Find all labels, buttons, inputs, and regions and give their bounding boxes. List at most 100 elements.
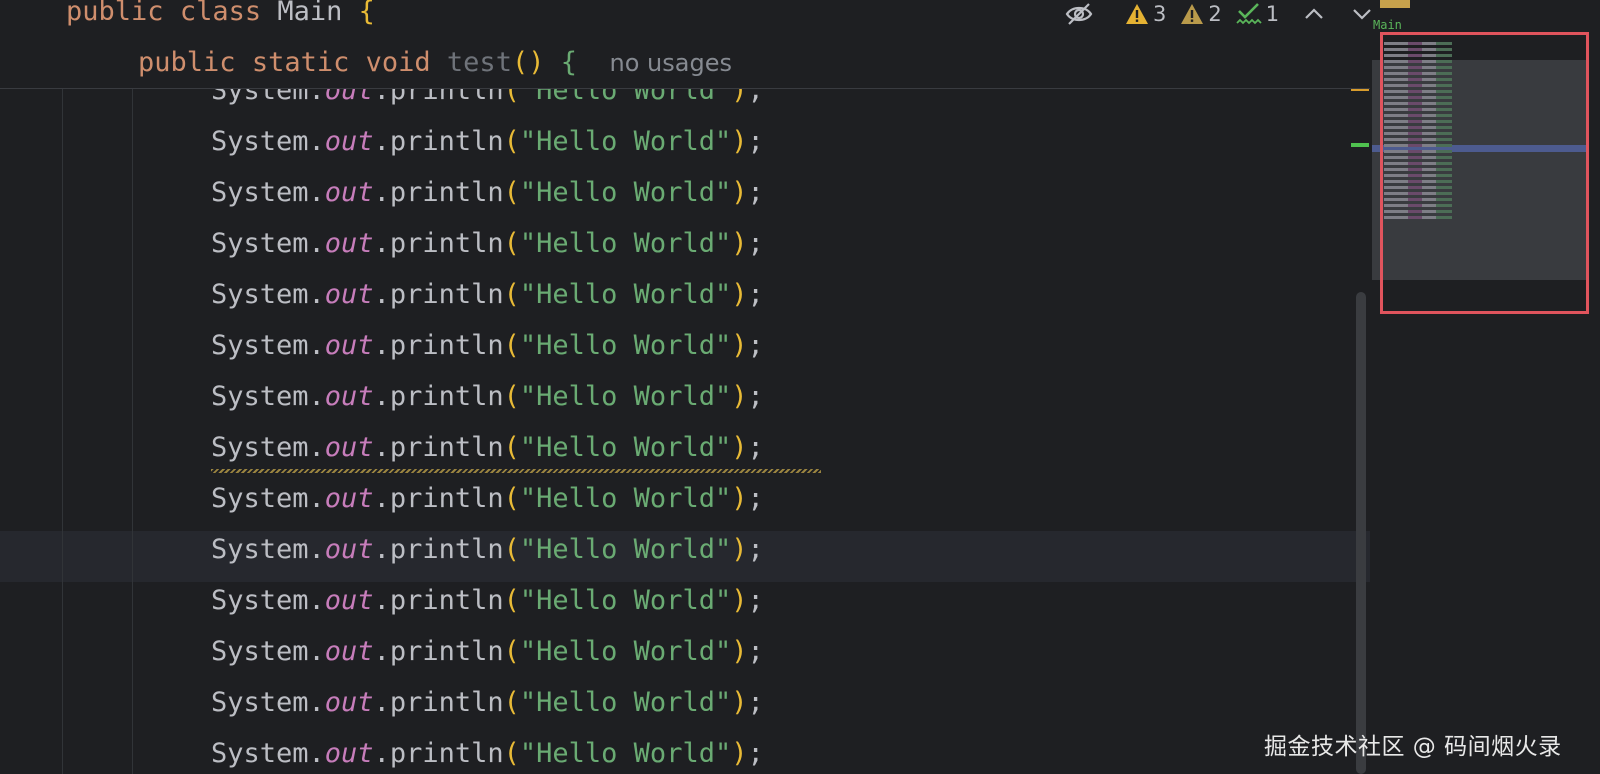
code-line[interactable]: System.out.println("Hello World"); bbox=[211, 736, 764, 772]
code-paren: ( bbox=[503, 330, 520, 361]
code-object: System. bbox=[211, 126, 325, 157]
code-field: out bbox=[324, 534, 374, 565]
inspection-widget[interactable]: 3 2 1 bbox=[1065, 0, 1391, 28]
code-paren: ) bbox=[731, 177, 748, 208]
code-object: System. bbox=[211, 381, 325, 412]
warnings-count-label: 3 bbox=[1153, 2, 1167, 26]
code-paren: ( bbox=[503, 585, 520, 616]
code-string: "Hello World" bbox=[519, 228, 732, 259]
usages-hint[interactable]: no usages bbox=[610, 49, 732, 77]
typos-count-label: 1 bbox=[1265, 2, 1280, 26]
code-line[interactable]: System.out.println("Hello World"); bbox=[211, 328, 764, 364]
vertical-scrollbar[interactable] bbox=[1356, 292, 1366, 774]
code-paren: ) bbox=[731, 585, 748, 616]
chevron-down-icon[interactable] bbox=[1351, 4, 1377, 24]
sticky-method-line[interactable]: public static void test() { no usages bbox=[138, 45, 732, 81]
code-object: System. bbox=[211, 687, 325, 718]
code-semicolon: ; bbox=[747, 738, 764, 769]
code-paren: ) bbox=[731, 432, 748, 463]
code-method: .println bbox=[373, 687, 504, 718]
code-paren: ) bbox=[731, 534, 748, 565]
code-semicolon: ; bbox=[747, 228, 764, 259]
code-paren: ( bbox=[503, 534, 520, 565]
code-field: out bbox=[324, 738, 374, 769]
code-paren: ) bbox=[731, 279, 748, 310]
code-line[interactable]: System.out.println("Hello World"); bbox=[211, 379, 764, 415]
code-semicolon: ; bbox=[747, 330, 764, 361]
code-line[interactable]: System.out.println("Hello World"); bbox=[211, 634, 764, 670]
code-method: .println bbox=[373, 483, 504, 514]
code-field: out bbox=[324, 177, 374, 208]
weak-warning-icon bbox=[1181, 4, 1204, 24]
code-paren: ( bbox=[503, 687, 520, 718]
code-paren: ) bbox=[731, 228, 748, 259]
code-string: "Hello World" bbox=[519, 279, 732, 310]
code-paren: ) bbox=[731, 126, 748, 157]
code-semicolon: ; bbox=[747, 483, 764, 514]
code-paren: ) bbox=[731, 738, 748, 769]
code-line[interactable]: System.out.println("Hello World"); bbox=[211, 175, 764, 211]
code-semicolon: ; bbox=[747, 279, 764, 310]
code-line[interactable]: System.out.println("Hello World"); bbox=[211, 532, 764, 568]
code-string: "Hello World" bbox=[519, 636, 732, 667]
code-field: out bbox=[324, 687, 374, 718]
code-semicolon: ; bbox=[747, 126, 764, 157]
eye-slash-icon[interactable] bbox=[1065, 2, 1097, 26]
code-field: out bbox=[324, 330, 374, 361]
typo-check-icon bbox=[1236, 3, 1262, 25]
sticky-class-line[interactable]: public class Main { bbox=[66, 0, 375, 30]
code-method: .println bbox=[373, 279, 504, 310]
typos-count[interactable]: 1 bbox=[1236, 2, 1279, 26]
code-field: out bbox=[324, 483, 374, 514]
chevron-up-icon[interactable] bbox=[1303, 4, 1329, 24]
code-string: "Hello World" bbox=[519, 687, 732, 718]
change-stripe-mark[interactable] bbox=[1351, 143, 1369, 147]
code-line[interactable]: System.out.println("Hello World"); bbox=[211, 685, 764, 721]
code-object: System. bbox=[211, 228, 325, 259]
code-string: "Hello World" bbox=[519, 177, 732, 208]
code-object: System. bbox=[211, 636, 325, 667]
code-paren: ( bbox=[503, 126, 520, 157]
code-line[interactable]: System.out.println("Hello World"); bbox=[211, 481, 764, 517]
code-method: .println bbox=[373, 636, 504, 667]
code-line[interactable]: System.out.println("Hello World"); bbox=[211, 124, 764, 160]
warnings-count[interactable]: 3 bbox=[1125, 2, 1166, 26]
weak-warnings-count-label: 2 bbox=[1208, 2, 1222, 26]
code-method: .println bbox=[373, 126, 504, 157]
weak-warnings-count[interactable]: 2 bbox=[1180, 2, 1222, 26]
code-semicolon: ; bbox=[747, 177, 764, 208]
code-line[interactable]: System.out.println("Hello World"); bbox=[211, 277, 764, 313]
code-paren: ) bbox=[731, 381, 748, 412]
code-editor[interactable]: System.out.println("Hello World"); System… bbox=[0, 0, 1370, 774]
code-paren: ( bbox=[503, 636, 520, 667]
code-field: out bbox=[324, 585, 374, 616]
indent-guide bbox=[132, 88, 133, 774]
code-paren: ( bbox=[503, 279, 520, 310]
code-string: "Hello World" bbox=[519, 432, 732, 463]
code-paren: ( bbox=[503, 177, 520, 208]
code-line[interactable]: System.out.println("Hello World"); bbox=[211, 430, 764, 466]
code-string: "Hello World" bbox=[519, 381, 732, 412]
code-object: System. bbox=[211, 279, 325, 310]
code-semicolon: ; bbox=[747, 432, 764, 463]
typo-squiggle bbox=[211, 469, 821, 473]
code-paren: ) bbox=[731, 483, 748, 514]
watermark: 掘金技术社区 @ 码间烟火录 bbox=[1264, 734, 1562, 760]
code-paren: ( bbox=[503, 483, 520, 514]
code-method: .println bbox=[373, 534, 504, 565]
code-line[interactable]: System.out.println("Hello World"); bbox=[211, 583, 764, 619]
code-semicolon: ; bbox=[747, 534, 764, 565]
code-field: out bbox=[324, 636, 374, 667]
code-string: "Hello World" bbox=[519, 585, 732, 616]
code-string: "Hello World" bbox=[519, 738, 732, 769]
code-paren: ) bbox=[731, 636, 748, 667]
code-method: .println bbox=[373, 228, 504, 259]
code-paren: ( bbox=[503, 738, 520, 769]
code-field: out bbox=[324, 432, 374, 463]
code-line[interactable]: System.out.println("Hello World"); bbox=[211, 226, 764, 262]
code-semicolon: ; bbox=[747, 585, 764, 616]
code-method: .println bbox=[373, 585, 504, 616]
code-method: .println bbox=[373, 738, 504, 769]
code-object: System. bbox=[211, 330, 325, 361]
code-paren: ( bbox=[503, 228, 520, 259]
